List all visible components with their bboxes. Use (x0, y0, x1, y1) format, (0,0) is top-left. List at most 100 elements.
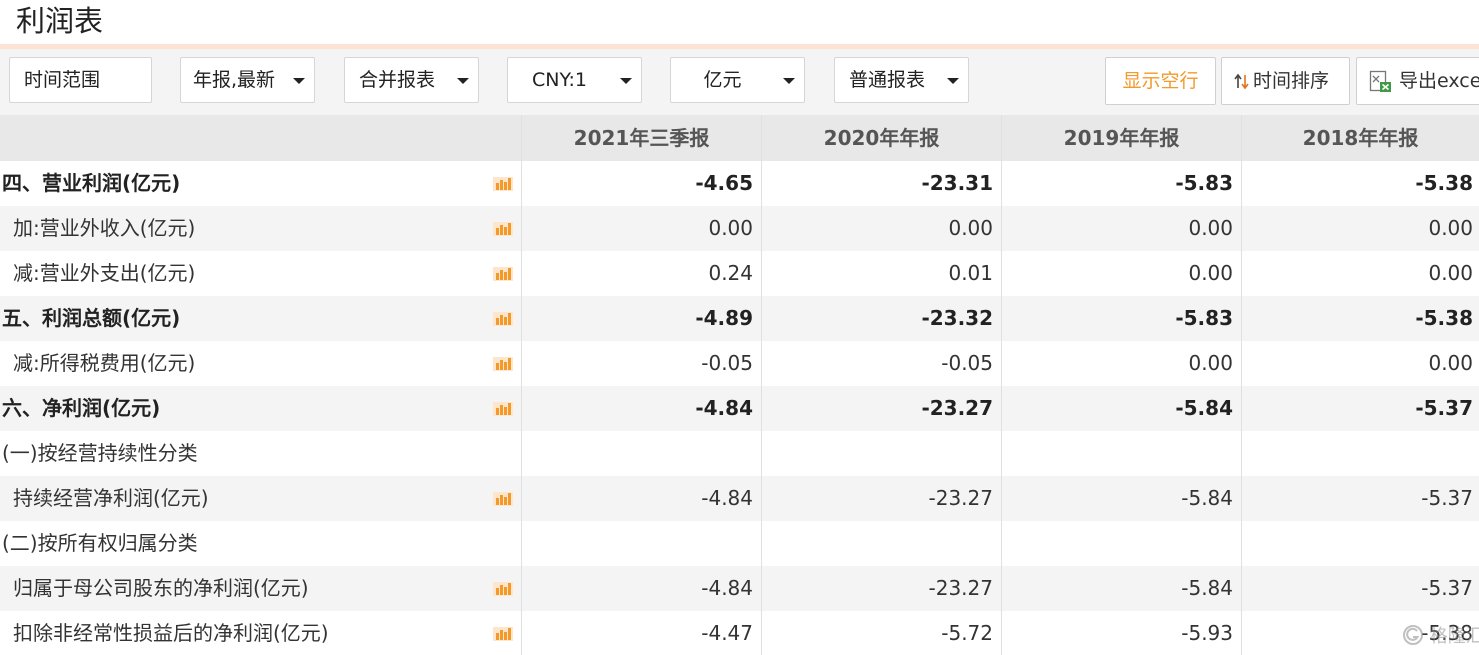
currency-select[interactable]: CNY:1 (507, 57, 642, 103)
currency-value: CNY:1 (531, 69, 588, 91)
value-cell (1001, 521, 1241, 566)
row-label: 归属于母公司股东的净利润(亿元) (13, 576, 309, 600)
bar-chart-icon[interactable] (493, 312, 513, 326)
value-cell: -23.31 (761, 161, 1001, 206)
bar-chart-icon[interactable] (493, 357, 513, 371)
value-cell: -0.05 (761, 341, 1001, 386)
report-scope-value: 合并报表 (359, 69, 436, 91)
row-label: 扣除非经常性损益后的净利润(亿元) (13, 621, 329, 645)
export-excel-label: 导出exce (1399, 70, 1479, 92)
value-cell: -5.38 (1241, 296, 1479, 341)
value-cell: -5.93 (1001, 611, 1241, 655)
value-cell: 0.00 (1001, 341, 1241, 386)
header-cell-2020[interactable]: 2020年年报 (761, 115, 1001, 161)
time-range-button[interactable]: 时间范围 (9, 57, 152, 103)
value-cell: -5.84 (1001, 386, 1241, 431)
value-cell (1241, 431, 1479, 476)
value-cell: 0.00 (1001, 206, 1241, 251)
value-cell: 0.01 (761, 251, 1001, 296)
value-cell: -5.38 (1241, 161, 1479, 206)
page-title: 利润表 (16, 4, 104, 38)
bar-chart-icon[interactable] (493, 492, 513, 506)
value-cell: 0.00 (1241, 206, 1479, 251)
income-statement-page: 利润表 时间范围 年报,最新 合并报表 CNY:1 亿元 普通报表 显示空行 时… (0, 0, 1479, 655)
value-cell: -23.32 (761, 296, 1001, 341)
chevron-down-icon (457, 78, 469, 84)
sort-by-time-button[interactable]: 时间排序 (1221, 57, 1350, 105)
table-header-row: 2021年三季报 2020年年报 2019年年报 2018年年报 (0, 115, 1479, 161)
row-label: 四、营业利润(亿元) (2, 171, 181, 195)
value-cell: 0.00 (761, 206, 1001, 251)
report-type-select[interactable]: 普通报表 (834, 57, 969, 103)
value-cell: -23.27 (761, 566, 1001, 611)
watermark-text: 格隆汇 (1429, 626, 1479, 647)
value-cell: -5.37 (1241, 476, 1479, 521)
chevron-down-icon (947, 78, 959, 84)
value-cell: 0.24 (521, 251, 761, 296)
value-cell: -5.84 (1001, 476, 1241, 521)
table-row: 五、利润总额(亿元) -4.89 -23.32 -5.83 -5.38 (0, 296, 1479, 341)
value-cell: -0.05 (521, 341, 761, 386)
table-row: (二)按所有权归属分类 (0, 521, 1479, 566)
table-row: 减:营业外支出(亿元) 0.24 0.01 0.00 0.00 (0, 251, 1479, 296)
header-cell-2018[interactable]: 2018年年报 (1241, 115, 1479, 161)
row-label: 加:营业外收入(亿元) (13, 216, 196, 240)
show-empty-rows-button[interactable]: 显示空行 (1105, 57, 1216, 105)
sort-by-time-label: 时间排序 (1253, 70, 1330, 92)
value-cell: 0.00 (1001, 251, 1241, 296)
report-period-value: 年报,最新 (193, 69, 276, 91)
time-range-label: 时间范围 (24, 69, 101, 91)
export-excel-button[interactable]: 导出exce (1356, 57, 1479, 105)
value-cell (1001, 431, 1241, 476)
value-cell: -5.83 (1001, 161, 1241, 206)
table-row: (一)按经营持续性分类 (0, 431, 1479, 476)
value-cell: -5.37 (1241, 566, 1479, 611)
table-row: 四、营业利润(亿元) -4.65 -23.31 -5.83 -5.38 (0, 161, 1479, 206)
value-cell (761, 431, 1001, 476)
bar-chart-icon[interactable] (493, 222, 513, 236)
bar-chart-icon[interactable] (493, 582, 513, 596)
header-cell-item (0, 115, 521, 161)
bar-chart-icon[interactable] (493, 402, 513, 416)
report-scope-select[interactable]: 合并报表 (344, 57, 479, 103)
value-cell: -5.37 (1241, 386, 1479, 431)
table-row: 加:营业外收入(亿元) 0.00 0.00 0.00 0.00 (0, 206, 1479, 251)
value-cell: -23.27 (761, 386, 1001, 431)
chevron-down-icon (620, 78, 632, 84)
bar-chart-icon[interactable] (493, 627, 513, 641)
value-cell (521, 521, 761, 566)
value-cell: -4.84 (521, 476, 761, 521)
row-label: 六、净利润(亿元) (2, 396, 161, 420)
excel-export-icon (1369, 70, 1391, 92)
watermark-logo-icon (1403, 625, 1423, 645)
watermark: 格隆汇 (1402, 623, 1479, 651)
bar-chart-icon[interactable] (493, 267, 513, 281)
value-cell: 0.00 (521, 206, 761, 251)
value-cell (1241, 521, 1479, 566)
value-cell: -5.83 (1001, 296, 1241, 341)
header-cell-2019[interactable]: 2019年年报 (1001, 115, 1241, 161)
row-label: 减:营业外支出(亿元) (13, 261, 196, 285)
header-cell-2021q3[interactable]: 2021年三季报 (521, 115, 761, 161)
table-row: 六、净利润(亿元) -4.84 -23.27 -5.84 -5.37 (0, 386, 1479, 431)
value-cell: -5.72 (761, 611, 1001, 655)
value-cell: 0.00 (1241, 341, 1479, 386)
chevron-down-icon (783, 78, 795, 84)
row-label: (一)按经营持续性分类 (2, 441, 198, 465)
report-type-value: 普通报表 (849, 69, 926, 91)
value-cell: -4.84 (521, 566, 761, 611)
bar-chart-icon[interactable] (493, 177, 513, 191)
row-label: 减:所得税费用(亿元) (13, 351, 196, 375)
row-label: (二)按所有权归属分类 (2, 531, 198, 555)
value-cell: -23.27 (761, 476, 1001, 521)
unit-select[interactable]: 亿元 (670, 57, 805, 103)
value-cell: -4.84 (521, 386, 761, 431)
row-label: 持续经营净利润(亿元) (13, 486, 209, 510)
chevron-down-icon (293, 78, 305, 84)
toolbar: 时间范围 年报,最新 合并报表 CNY:1 亿元 普通报表 显示空行 时间排序 … (0, 49, 1479, 115)
value-cell: 0.00 (1241, 251, 1479, 296)
report-period-select[interactable]: 年报,最新 (180, 57, 315, 103)
table-row: 归属于母公司股东的净利润(亿元) -4.84 -23.27 -5.84 -5.37 (0, 566, 1479, 611)
table-row: 持续经营净利润(亿元) -4.84 -23.27 -5.84 -5.37 (0, 476, 1479, 521)
table-row: 扣除非经常性损益后的净利润(亿元) -4.47 -5.72 -5.93 -5.38 (0, 611, 1479, 655)
